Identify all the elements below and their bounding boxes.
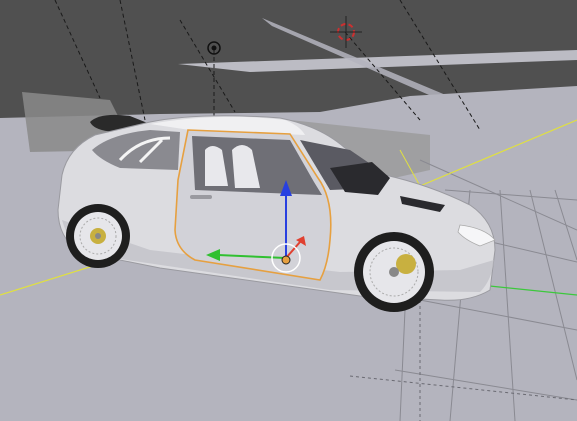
object-origin[interactable] [281, 255, 291, 265]
3d-viewport[interactable] [0, 0, 577, 421]
rear-wheel [66, 204, 130, 268]
door-handle [190, 195, 212, 199]
front-wheel [354, 232, 434, 312]
viewport-canvas[interactable] [0, 0, 577, 421]
